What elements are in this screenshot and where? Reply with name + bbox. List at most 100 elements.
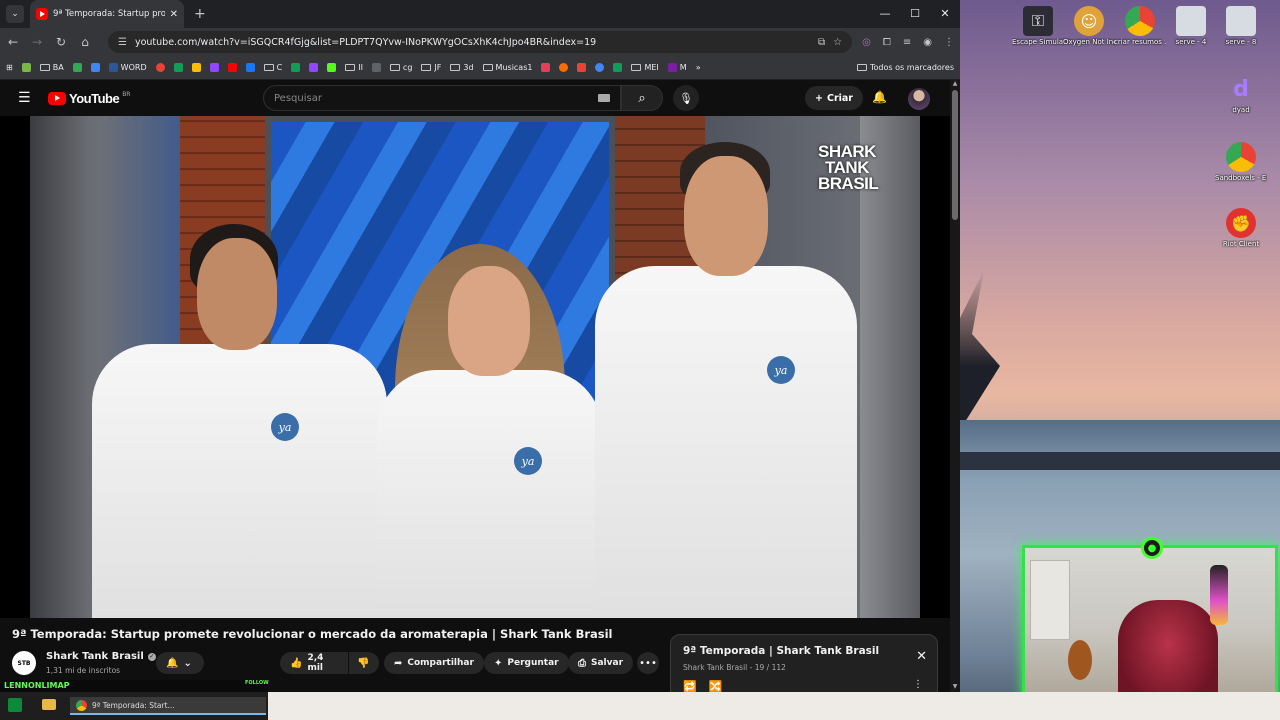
page-scrollbar[interactable]: ▲ ▼ (950, 80, 960, 692)
address-bar[interactable]: ☰ youtube.com/watch?v=iSGQCR4fGjg&list=P… (108, 31, 853, 53)
bookmark-icon-17[interactable] (595, 63, 605, 72)
microphone-icon: 🎙 (679, 91, 693, 105)
tab-search-button[interactable]: ⌄ (6, 5, 24, 23)
video-player[interactable]: ya ya ya SHARK TANK BRASIL (0, 116, 950, 618)
bookmark-c[interactable]: C (263, 63, 282, 72)
bookmark-icon-11[interactable] (309, 63, 319, 72)
bookmark-icon-13[interactable] (371, 63, 381, 72)
bookmark-icon-4[interactable] (155, 63, 165, 72)
folder-icon (421, 64, 432, 71)
media-controls-icon[interactable]: ≡ (903, 37, 911, 48)
bookmark-icon-6[interactable] (191, 63, 201, 72)
bookmark-icon-2[interactable] (72, 63, 82, 72)
bell-icon: 🔔 (166, 657, 179, 669)
close-window-button[interactable]: ✕ (930, 0, 960, 28)
person-left-shirt (92, 344, 387, 618)
search-button[interactable]: ⌕ (621, 85, 663, 111)
bookmark-word[interactable]: WORD (108, 63, 147, 72)
youtube-logo[interactable]: YouTube BR (48, 91, 130, 106)
webcam-guitar (1068, 640, 1092, 680)
desktop-icon-serve-8[interactable]: serve - 8 (1215, 6, 1267, 47)
desktop-icon-dyad[interactable]: d dyad (1215, 74, 1267, 115)
start-button-icon[interactable] (8, 698, 22, 712)
bookmarks-overflow-icon[interactable]: » (696, 63, 701, 72)
extension-icon[interactable]: ◎ (862, 37, 871, 48)
bookmark-jf[interactable]: JF (421, 63, 441, 72)
bookmark-ii[interactable]: II (345, 63, 363, 72)
bookmark-mei[interactable]: MEI (631, 63, 659, 72)
menu-dots-icon[interactable]: ⋮ (944, 37, 954, 48)
desktop-icon-sandboxels[interactable]: Sandboxels - Experimen... (1215, 142, 1267, 183)
bookmark-m[interactable]: M (667, 63, 687, 72)
new-tab-button[interactable]: + (194, 6, 206, 22)
bookmark-star-icon[interactable]: ☆ (833, 37, 842, 48)
site-info-icon[interactable]: ☰ (118, 37, 127, 48)
chrome-icon (1226, 142, 1256, 172)
desktop-icon-criar-resumos[interactable]: criar resumos ... (1114, 6, 1166, 47)
bookmark-icon-10[interactable] (291, 63, 301, 72)
bookmark-3d[interactable]: 3d (450, 63, 474, 72)
tab-close-icon[interactable]: ✕ (170, 9, 178, 20)
maximize-button[interactable]: ☐ (900, 0, 930, 28)
apps-grid-icon[interactable]: ⊞ (6, 63, 13, 72)
keyboard-icon[interactable] (598, 94, 610, 102)
save-button[interactable]: ⎙ Salvar (568, 652, 634, 674)
profile-icon[interactable]: ◉ (923, 37, 932, 48)
home-icon[interactable]: ⌂ (78, 35, 92, 49)
playlist-close-icon[interactable]: ✕ (916, 649, 927, 664)
account-avatar[interactable] (908, 88, 930, 110)
bookmark-icon-14[interactable] (541, 63, 551, 72)
install-app-icon[interactable]: ⧉ (818, 37, 825, 48)
bookmark-icon-9[interactable] (245, 63, 255, 72)
like-button[interactable]: 👍 2,4 mil (280, 652, 348, 674)
tab-youtube-video[interactable]: 9ª Temporada: Startup promete ✕ (30, 0, 184, 28)
riot-fist-icon: ✊ (1226, 208, 1256, 238)
notifications-bell-icon[interactable]: 🔔 (872, 90, 887, 104)
search-input[interactable]: Pesquisar (263, 85, 621, 111)
bookmark-icon-8[interactable] (227, 63, 237, 72)
more-actions-button[interactable]: ••• (637, 652, 659, 674)
sparkle-icon: ✦ (494, 657, 503, 669)
create-button[interactable]: + Criar (805, 86, 863, 110)
person-middle-shirt (377, 370, 602, 618)
playlist-menu-icon[interactable]: ⋮ (913, 679, 923, 690)
desktop-icon-riot-client[interactable]: ✊ Riot Client (1215, 208, 1267, 249)
scrollbar-thumb[interactable] (952, 90, 958, 220)
bookmark-icon-3[interactable] (90, 63, 100, 72)
minimize-button[interactable]: — (870, 0, 900, 28)
taskbar-chrome-window[interactable]: 9ª Temporada: Start... (70, 697, 266, 715)
bookmark-icon-18[interactable] (613, 63, 623, 72)
scroll-down-arrow-icon[interactable]: ▼ (950, 683, 960, 690)
bookmark-ba[interactable]: BA (39, 63, 64, 72)
server-icon (1226, 6, 1256, 36)
dislike-button[interactable]: 👎 (349, 652, 379, 674)
bookmark-icon-1[interactable] (21, 63, 31, 72)
bookmark-icon-12[interactable] (327, 63, 337, 72)
extensions-puzzle-icon[interactable]: ⧠ (883, 37, 891, 48)
channel-avatar[interactable]: STB (12, 651, 36, 675)
voice-search-button[interactable]: 🎙 (673, 85, 699, 111)
all-bookmarks-folder[interactable]: Todos os marcadores (857, 63, 954, 72)
bookmark-icon-16[interactable] (577, 63, 587, 72)
bookmark-cg[interactable]: cg (389, 63, 412, 72)
forward-arrow-icon[interactable]: → (30, 35, 44, 49)
bookmark-icon-7[interactable] (209, 63, 219, 72)
ask-button[interactable]: ✦ Perguntar (484, 652, 569, 674)
subscription-bell-button[interactable]: 🔔 ⌄ (156, 652, 204, 674)
desktop-icon-serve-4[interactable]: serve - 4 (1165, 6, 1217, 47)
bookmark-musicas1[interactable]: Musicas1 (482, 63, 532, 72)
channel-name[interactable]: Shark Tank Brasil ✓ (46, 651, 156, 662)
reload-icon[interactable]: ↻ (54, 35, 68, 49)
hamburger-menu-icon[interactable]: ☰ (18, 90, 32, 106)
desktop-icon-escape-simulator[interactable]: ⚿ Escape Simulator 2 (1012, 6, 1064, 47)
bookmark-icon-5[interactable] (173, 63, 183, 72)
file-explorer-icon[interactable] (42, 699, 56, 710)
back-arrow-icon[interactable]: ← (6, 35, 20, 49)
scroll-up-arrow-icon[interactable]: ▲ (950, 80, 960, 87)
folder-icon (482, 64, 493, 71)
desktop-icon-oxygen-not-included[interactable]: ☺ Oxygen Not Included (1063, 6, 1115, 47)
tab-strip: ⌄ 9ª Temporada: Startup promete ✕ + — ☐ … (0, 0, 960, 28)
share-button[interactable]: ➦ Compartilhar (384, 652, 484, 674)
bookmark-icon-15[interactable] (559, 63, 569, 72)
playlist-title[interactable]: 9ª Temporada | Shark Tank Brasil (683, 645, 879, 657)
